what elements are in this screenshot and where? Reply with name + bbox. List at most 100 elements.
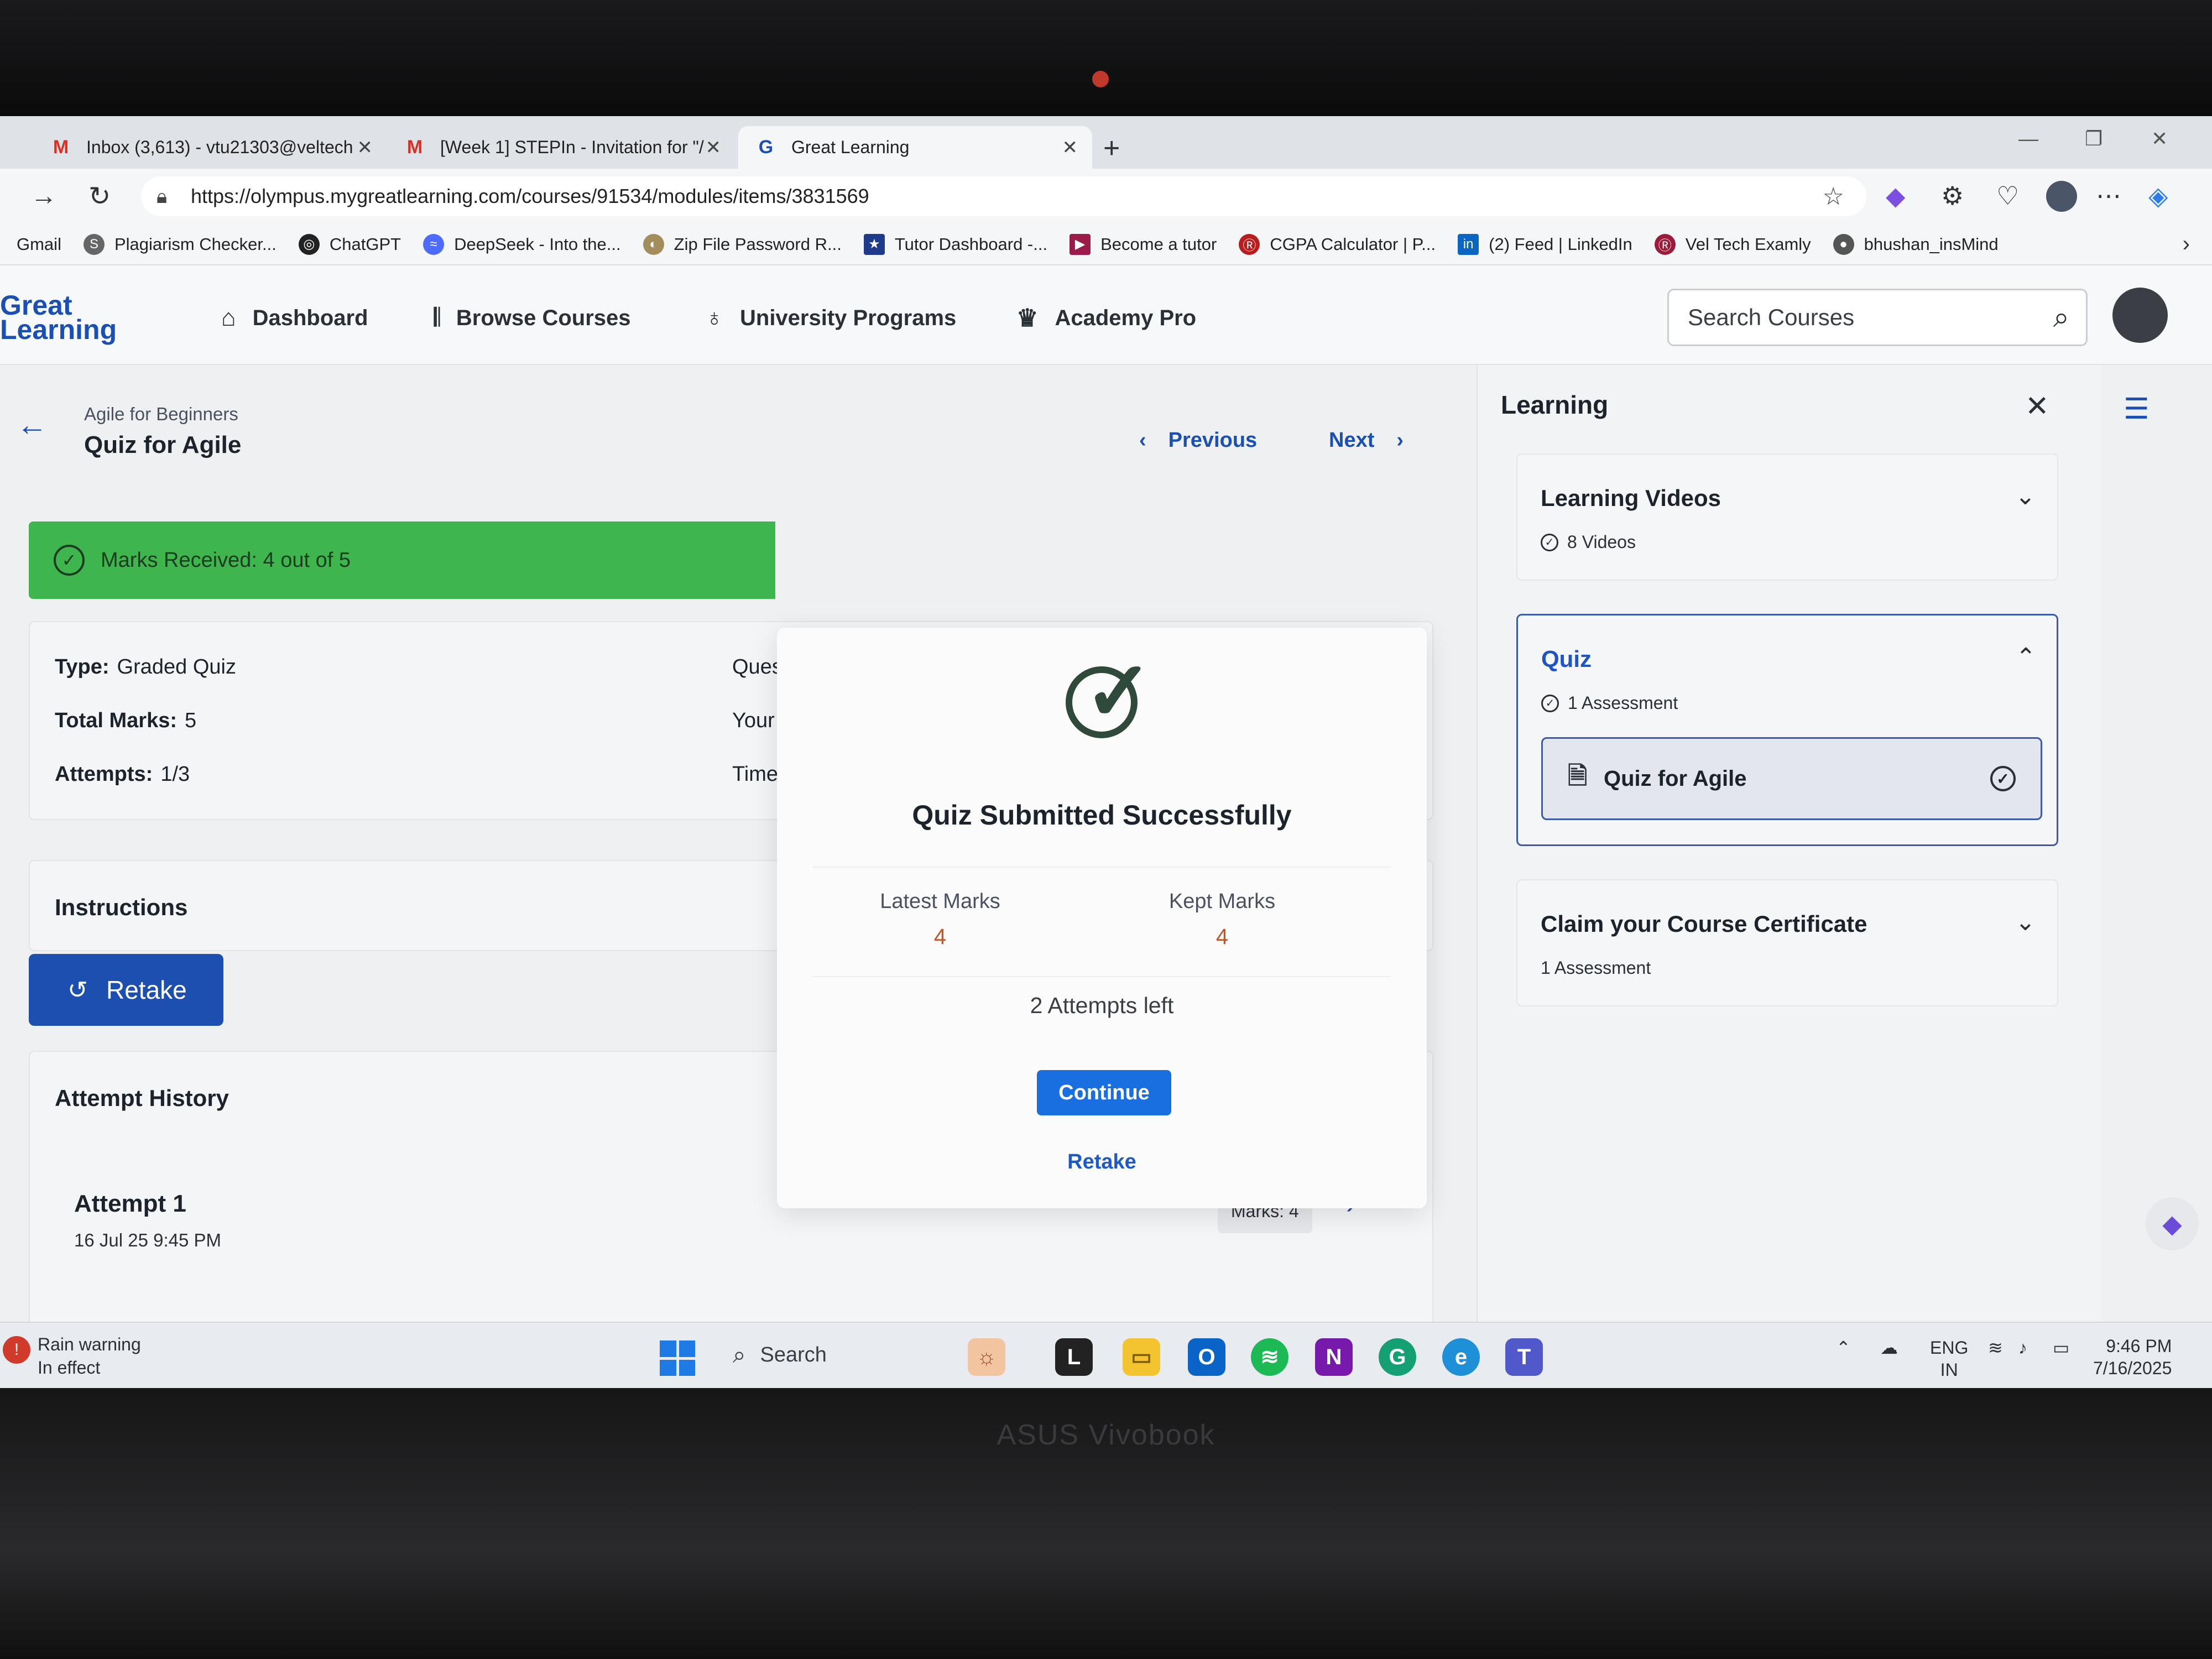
search-icon[interactable]: ⌕ [2053,301,2069,335]
chevron-down-icon[interactable]: ⌄ [2015,908,2036,936]
marks-summary: Latest Marks 4 Kept Marks 4 [813,867,1391,977]
nav-university-programs[interactable]: ♁ University Programs [705,304,956,332]
tab-inbox[interactable]: M Inbox (3,613) - vtu21303@veltech ✕ [33,126,387,169]
edge-icon[interactable]: e [1442,1338,1480,1376]
questions-label: Ques [732,655,782,679]
onenote-icon[interactable]: N [1315,1338,1353,1376]
laptop-top-bezel [0,0,2212,116]
home-icon: ⌂ [221,304,236,331]
search-courses-input[interactable]: Search Courses ⌕ [1667,289,2088,346]
spotify-icon[interactable]: ≋ [1251,1338,1288,1376]
wifi-icon[interactable]: ≋ [1988,1337,2003,1359]
list-menu-icon[interactable]: ☰ [2124,393,2150,426]
tab-great-learning[interactable]: G Great Learning ✕ [738,126,1092,169]
back-icon[interactable]: → [30,181,57,211]
bookmark-examly[interactable]: Ⓡ Vel Tech Examly [1654,233,1811,255]
bookmark-become-tutor[interactable]: ▶ Become a tutor [1070,233,1217,255]
health-icon[interactable]: ♡ [1996,181,2019,211]
bookmark-chatgpt[interactable]: ◎ ChatGPT [298,233,401,255]
chevron-right-icon[interactable]: › [2183,232,2190,257]
back-arrow-icon[interactable]: ← [17,406,48,442]
section-certificate[interactable]: Claim your Course Certificate 1 Assessme… [1516,879,2058,1006]
user-avatar[interactable] [2112,288,2168,343]
more-menu-icon[interactable]: ⋯ [2096,181,2121,211]
latest-marks: Latest Marks 4 [880,890,1000,949]
window-close-icon[interactable]: ✕ [2151,127,2168,150]
nav-dashboard[interactable]: ⌂ Dashboard [221,304,368,332]
bookmark-deepseek[interactable]: ≈ DeepSeek - Into the... [423,233,621,255]
great-learning-logo[interactable]: Great Learning [0,291,117,343]
chevron-up-icon[interactable]: ⌃ [1836,1337,1851,1359]
sidebar-title: Learning [1501,390,1609,419]
tab-stepin[interactable]: M [Week 1] STEPIn - Invitation for "/ ✕ [387,126,735,169]
language-indicator[interactable]: ENG IN [1930,1337,1968,1381]
section-quiz[interactable]: Quiz ✓ 1 Assessment ⌃ 🗎︎ Quiz for Agile ✓ [1516,614,2058,846]
nav-academy-pro[interactable]: ♛ Academy Pro [1016,304,1196,332]
check-mark-icon: ✓ [1084,645,1154,738]
total-marks-row: Total Marks: 5 [55,709,197,732]
bookmark-zip[interactable]: ◐ Zip File Password R... [643,233,842,255]
weather-widget[interactable]: ! Rain warning In effect [0,1333,141,1379]
file-explorer-icon[interactable]: ▭ [1123,1338,1160,1376]
url-field[interactable]: 🔒︎ https://olympus.mygreatlearning.com/c… [141,176,1866,216]
close-icon[interactable]: ✕ [357,137,373,159]
bookmark-insmind[interactable]: ● bhushan_insMind [1833,233,1999,255]
retake-button[interactable]: ↺ Retake [29,954,223,1026]
windows-start-icon[interactable] [660,1340,695,1376]
your-label: Your [732,709,775,732]
bookmark-gmail[interactable]: Gmail [17,234,61,254]
extensions-puzzle-icon[interactable]: ⚙ [1941,181,1964,211]
app-l-icon[interactable]: L [1055,1338,1093,1376]
copilot-icon[interactable]: ◈ [2148,181,2168,211]
document-icon: 🗎︎ [1568,762,1588,790]
restore-icon[interactable]: ❐ [2085,127,2103,150]
address-bar-row: → ↻ 🔒︎ https://olympus.mygreatlearning.c… [0,169,2212,224]
warning-icon: ! [3,1336,30,1364]
close-icon[interactable]: ✕ [2025,390,2049,423]
check-circle-icon: ✓ [1541,694,1559,712]
modal-retake-link[interactable]: Retake [777,1150,1427,1174]
grammarly-icon[interactable]: G [1379,1338,1416,1376]
chevron-up-icon[interactable]: ⌃ [2016,643,2036,671]
bookmark-tutor-dashboard[interactable]: ★ Tutor Dashboard -... [863,233,1047,255]
extension-icon[interactable]: ◆ [1886,181,1905,211]
chatgpt-icon: ◎ [298,233,320,255]
next-button[interactable]: Next › [1329,429,1404,452]
type-row: Type: Graded Quiz [55,655,236,679]
onedrive-icon[interactable]: ☁ [1880,1337,1898,1359]
quiz-item-quiz-for-agile[interactable]: 🗎︎ Quiz for Agile ✓ [1541,737,2042,820]
breadcrumb[interactable]: Agile for Beginners [84,404,238,425]
close-icon[interactable]: ✕ [706,137,722,159]
nav-browse-courses[interactable]: 𝄃 Browse Courses [434,304,631,332]
minimize-icon[interactable]: — [2018,127,2038,150]
outlook-icon[interactable]: O [1188,1338,1225,1376]
screen: M Inbox (3,613) - vtu21303@veltech ✕ M [… [0,116,2212,1388]
crown-icon: ♛ [1016,305,1039,332]
continue-button[interactable]: Continue [1037,1070,1171,1115]
chevron-down-icon[interactable]: ⌄ [2015,482,2036,510]
retake-icon: ↺ [67,976,88,1004]
library-icon: 𝄃 [434,304,440,331]
section-learning-videos[interactable]: Learning Videos ✓ 8 Videos ⌄ [1516,453,2058,581]
battery-icon[interactable]: ▭ [2053,1337,2069,1359]
new-tab-button[interactable]: + [1103,132,1120,165]
attempts-row: Attempts: 1/3 [55,763,190,786]
star-icon[interactable]: ☆ [1823,182,1844,211]
volume-icon[interactable]: ♪ [2018,1337,2027,1359]
close-icon[interactable]: ✕ [1062,137,1078,159]
zip-icon: ◐ [643,233,664,255]
widgets-icon[interactable]: ☼ [968,1338,1005,1376]
teams-icon[interactable]: T [1505,1338,1543,1376]
reload-icon[interactable]: ↻ [88,181,111,212]
marks-received-banner: ✓ Marks Received: 4 out of 5 [29,521,775,599]
bookmark-cgpa[interactable]: Ⓡ CGPA Calculator | P... [1239,233,1436,255]
bookmark-plagiarism[interactable]: S Plagiarism Checker... [83,233,276,255]
bookmark-linkedin[interactable]: in (2) Feed | LinkedIn [1458,233,1632,255]
taskbar-clock[interactable]: 9:46 PM 7/16/2025 [2093,1335,2172,1379]
gmail-icon: M [53,137,69,158]
linkedin-icon: in [1458,233,1479,255]
taskbar-search[interactable]: ⌕ Search [733,1342,827,1369]
previous-button[interactable]: ‹ Previous [1139,429,1257,452]
profile-icon[interactable] [2046,181,2077,212]
assistant-icon[interactable]: ◆ [2146,1197,2199,1250]
